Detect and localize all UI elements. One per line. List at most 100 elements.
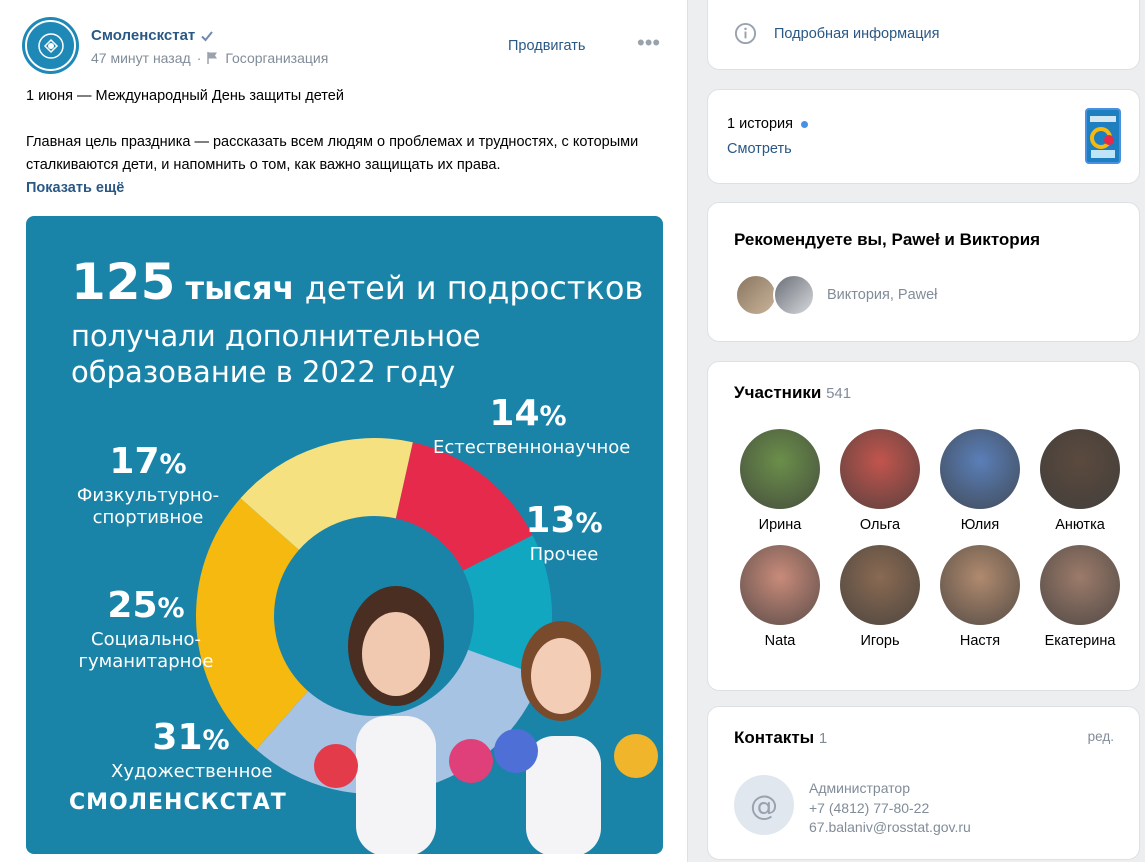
- label-sport: 17% Физкультурно- спортивное: [68, 442, 228, 529]
- contacts-title[interactable]: Контакты 1: [734, 728, 827, 748]
- label-natural-science: 14% Естественнонаучное: [433, 393, 631, 459]
- member-item[interactable]: Ольга: [830, 429, 930, 533]
- edit-contacts-link[interactable]: ред.: [1088, 729, 1114, 744]
- detailed-info-link[interactable]: Подробная информация: [734, 22, 939, 45]
- member-item[interactable]: Анютка: [1030, 429, 1130, 533]
- recommend-avatars[interactable]: [735, 274, 815, 316]
- label-social: 25% Социально- гуманитарное: [66, 586, 226, 673]
- post-text-line2: Главная цель праздника — рассказать всем…: [26, 134, 639, 173]
- member-item[interactable]: Юлия: [930, 429, 1030, 533]
- member-name: Nata: [764, 633, 796, 649]
- story-count: 1 история: [727, 116, 809, 132]
- contact-email[interactable]: 67.balaniv@rosstat.gov.ru: [809, 818, 971, 838]
- post-time[interactable]: 47 минут назад: [91, 50, 191, 66]
- author-avatar[interactable]: [22, 17, 79, 74]
- infographic-image[interactable]: 125 тысяч детей и подростков получали до…: [26, 216, 663, 854]
- member-avatar[interactable]: [740, 545, 820, 625]
- story-count-label: 1 история: [727, 116, 794, 132]
- label-other: 13% Прочее: [514, 501, 614, 566]
- member-name: Настя: [959, 633, 1001, 649]
- title-bold: тысяч: [185, 269, 295, 307]
- meta-separator: ·: [196, 50, 202, 66]
- children-illustration: [314, 586, 658, 854]
- flag-icon: [207, 52, 218, 64]
- unread-dot-icon: [801, 120, 809, 128]
- post-card: Смоленскстат 47 минут назад · Госорганиз…: [0, 0, 688, 862]
- pct-natural-science: 14: [489, 393, 540, 434]
- members-title-label: Участники: [734, 383, 822, 402]
- promote-button[interactable]: Продвигать: [508, 38, 585, 54]
- contact-info: Администратор +7 (4812) 77-80-22 67.bala…: [809, 779, 971, 838]
- cat-natural-science: Естественнонаучное: [433, 437, 631, 458]
- pct-art: 31: [152, 717, 203, 758]
- avatar[interactable]: [735, 274, 777, 316]
- infographic-title: 125 тысяч детей и подростков получали до…: [71, 252, 643, 390]
- cat-art: Художественное: [111, 761, 273, 782]
- info-icon: [734, 22, 757, 45]
- recommend-title: Рекомендуете вы, Paweł и Виктория: [734, 230, 1041, 249]
- member-avatar[interactable]: [1040, 429, 1120, 509]
- cat-social-1: Социально-: [91, 629, 201, 650]
- info-card: Подробная информация: [707, 0, 1140, 70]
- post-header: Смоленскстат 47 минут назад · Госорганиз…: [22, 17, 662, 75]
- stories-card: 1 история Смотреть: [707, 89, 1140, 184]
- member-item[interactable]: Nata: [730, 545, 830, 649]
- pct-other: 13: [525, 500, 576, 541]
- more-options-icon[interactable]: •••: [637, 32, 660, 54]
- org-type: Госорганизация: [225, 50, 329, 66]
- cat-sport-2: спортивное: [92, 507, 204, 528]
- member-item[interactable]: Настя: [930, 545, 1030, 649]
- post-text-line1: 1 июня — Международный День защиты детей: [26, 88, 344, 104]
- cat-social-2: гуманитарное: [78, 651, 214, 672]
- member-item[interactable]: Игорь: [830, 545, 930, 649]
- title-number: 125: [71, 253, 176, 311]
- cat-sport-1: Физкультурно-: [76, 485, 220, 506]
- post-text: 1 июня — Международный День защиты детей…: [26, 85, 666, 200]
- post-meta: 47 минут назад · Госорганизация: [91, 50, 328, 66]
- title-rest: детей и подростков: [304, 269, 644, 307]
- member-name: Екатерина: [1044, 633, 1116, 649]
- member-avatar[interactable]: [1040, 545, 1120, 625]
- contacts-count: 1: [818, 730, 828, 747]
- member-avatar[interactable]: [840, 545, 920, 625]
- member-name: Юлия: [960, 517, 1000, 533]
- author-name[interactable]: Смоленскстат: [91, 27, 195, 44]
- members-title[interactable]: Участники 541: [734, 383, 851, 403]
- cat-other: Прочее: [529, 544, 599, 565]
- story-view-link[interactable]: Смотреть: [727, 141, 792, 157]
- verified-icon: [201, 30, 214, 41]
- member-avatar[interactable]: [940, 545, 1020, 625]
- avatar[interactable]: [773, 274, 815, 316]
- member-avatar[interactable]: [740, 429, 820, 509]
- detailed-info-label: Подробная информация: [774, 25, 940, 42]
- pct-sport: 17: [109, 441, 160, 482]
- contacts-card: Контакты 1 ред. @ Администратор +7 (4812…: [707, 706, 1140, 860]
- infographic-brand: СМОЛЕНСКСТАТ: [69, 790, 287, 815]
- members-count: 541: [826, 385, 852, 402]
- member-name: Анютка: [1055, 517, 1105, 533]
- emblem-icon: [25, 20, 76, 71]
- title-line3: образование в 2022 году: [71, 355, 456, 389]
- recommend-names[interactable]: Виктория, Paweł: [827, 287, 937, 303]
- pct-social: 25: [107, 585, 158, 626]
- title-line2: получали дополнительное: [71, 319, 481, 353]
- contact-avatar[interactable]: @: [734, 775, 794, 835]
- author-name-row: Смоленскстат: [91, 27, 214, 44]
- contact-role: Администратор: [809, 780, 911, 796]
- members-card: Участники 541 Ирина Ольга Юлия Анютка Nata Иг…: [707, 361, 1140, 691]
- recommend-card: Рекомендуете вы, Paweł и Виктория Виктор…: [707, 202, 1140, 342]
- member-name: Ольга: [859, 517, 901, 533]
- members-grid: Ирина Ольга Юлия Анютка Nata Игорь Настя Екатер…: [730, 429, 1130, 649]
- member-item[interactable]: Ирина: [730, 429, 830, 533]
- member-name: Ирина: [758, 517, 802, 533]
- contact-phone[interactable]: +7 (4812) 77-80-22: [809, 799, 971, 819]
- member-avatar[interactable]: [840, 429, 920, 509]
- show-more-link[interactable]: Показать ещё: [26, 180, 124, 196]
- member-avatar[interactable]: [940, 429, 1020, 509]
- member-name: Игорь: [860, 633, 900, 649]
- story-thumbnail[interactable]: [1085, 108, 1121, 164]
- label-art: 31% Художественное: [111, 717, 273, 783]
- contacts-title-label: Контакты: [734, 728, 815, 747]
- member-item[interactable]: Екатерина: [1030, 545, 1130, 649]
- at-sign-icon: @: [750, 788, 778, 822]
